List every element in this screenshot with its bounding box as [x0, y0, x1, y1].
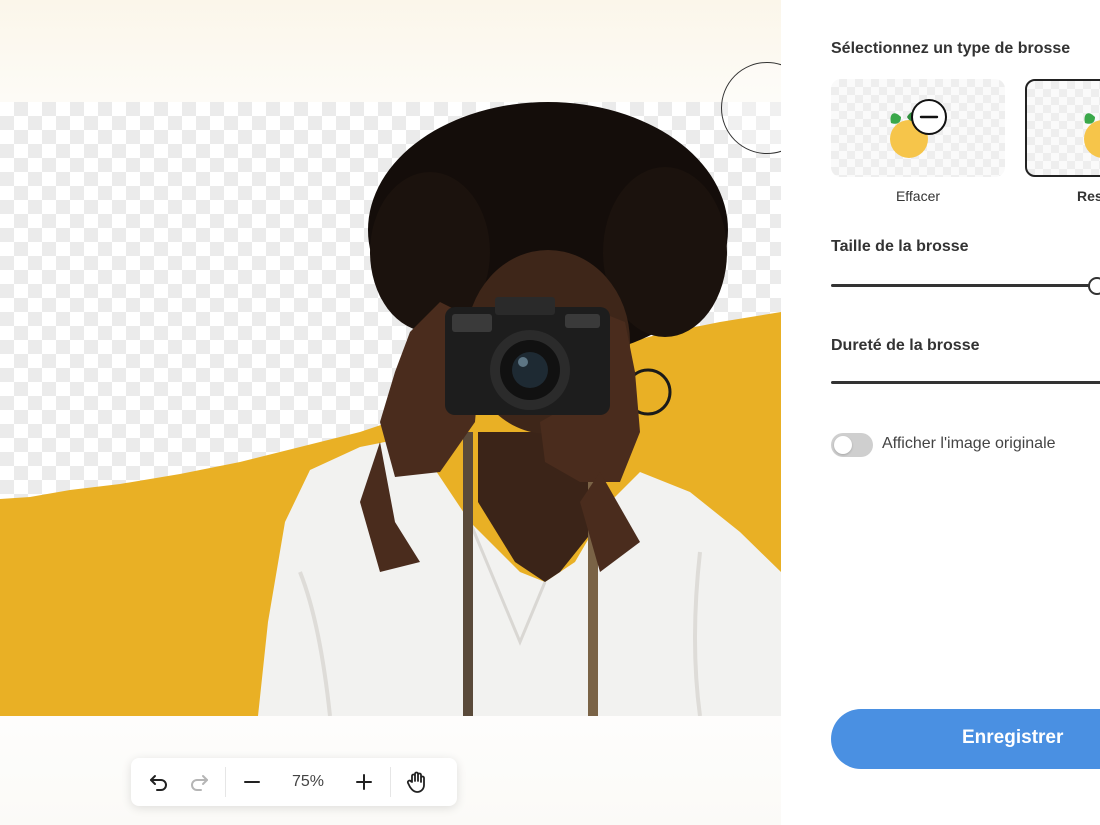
brush-label-restore: Restaurer: [1077, 188, 1100, 204]
plus-icon[interactable]: [344, 762, 384, 802]
brush-size-slider[interactable]: [831, 284, 1100, 287]
brush-hardness-label: Dureté de la brosse: [831, 337, 980, 354]
brush-settings-panel: Sélectionnez un type de brosse Effacer R…: [781, 0, 1100, 825]
save-button[interactable]: Enregistrer: [831, 709, 1100, 769]
redo-icon[interactable]: [179, 762, 219, 802]
brush-size-label: Taille de la brosse: [831, 238, 969, 255]
toggle-knob: [834, 436, 852, 454]
edited-photo: [0, 102, 781, 716]
brush-option-erase[interactable]: [831, 79, 1005, 177]
editor-area: 75%: [0, 0, 781, 825]
image-canvas[interactable]: [0, 102, 781, 716]
hand-icon[interactable]: [397, 762, 437, 802]
zoom-level: 75%: [291, 773, 325, 790]
brush-hardness-slider[interactable]: [831, 381, 1100, 384]
save-button-label: Enregistrer: [962, 727, 1064, 748]
toolbar-divider: [390, 767, 391, 797]
panel-title: Sélectionnez un type de brosse: [831, 40, 1071, 57]
minus-icon[interactable]: [232, 762, 272, 802]
show-original-label: Afficher l'image originale: [882, 435, 1056, 452]
toolbar-divider: [225, 767, 226, 797]
brush-label-erase: Effacer: [895, 188, 941, 204]
undo-icon[interactable]: [139, 762, 179, 802]
brush-size-slider-thumb[interactable]: [1088, 277, 1100, 295]
brush-option-restore[interactable]: [1025, 79, 1100, 177]
orange-minus-icon: [890, 99, 947, 158]
canvas-toolbar: 75%: [131, 758, 457, 806]
show-original-toggle[interactable]: [831, 433, 873, 457]
orange-plus-icon: [1084, 113, 1100, 158]
